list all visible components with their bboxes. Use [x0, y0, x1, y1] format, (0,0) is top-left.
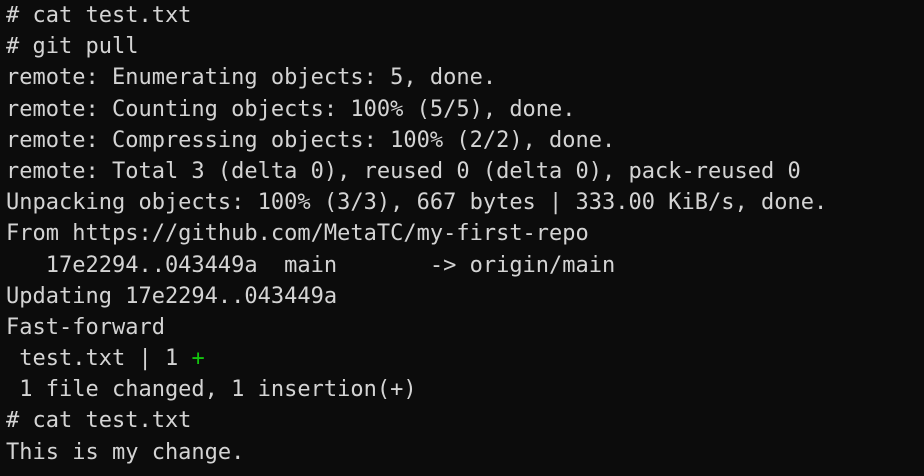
output-line: remote: Compressing objects: 100% (2/2),… — [6, 127, 616, 153]
output-line: 17e2294..043449a main -> origin/main — [6, 252, 616, 278]
output-line: 1 file changed, 1 insertion(+) — [6, 377, 417, 403]
output-line: remote: Counting objects: 100% (5/5), do… — [6, 96, 576, 122]
output-line: Updating 17e2294..043449a — [6, 283, 338, 309]
output-line: From https://github.com/MetaTC/my-first-… — [6, 221, 589, 247]
output-line: remote: Enumerating objects: 5, done. — [6, 65, 497, 91]
output-line: This is my change. — [6, 439, 245, 465]
terminal-window[interactable]: # cat test.txt # git pull remote: Enumer… — [0, 0, 924, 476]
command-line: # git pull — [6, 34, 139, 60]
diffstat-line: test.txt | 1 + — [6, 343, 924, 374]
output-line: Fast-forward — [6, 314, 165, 340]
diffstat-plus: + — [191, 346, 205, 372]
command-line: # cat test.txt — [6, 408, 192, 434]
diffstat-text: test.txt | 1 — [6, 346, 192, 372]
output-line: Unpacking objects: 100% (3/3), 667 bytes… — [6, 190, 828, 216]
output-line: remote: Total 3 (delta 0), reused 0 (del… — [6, 158, 801, 184]
command-line: # cat test.txt — [6, 3, 192, 28]
